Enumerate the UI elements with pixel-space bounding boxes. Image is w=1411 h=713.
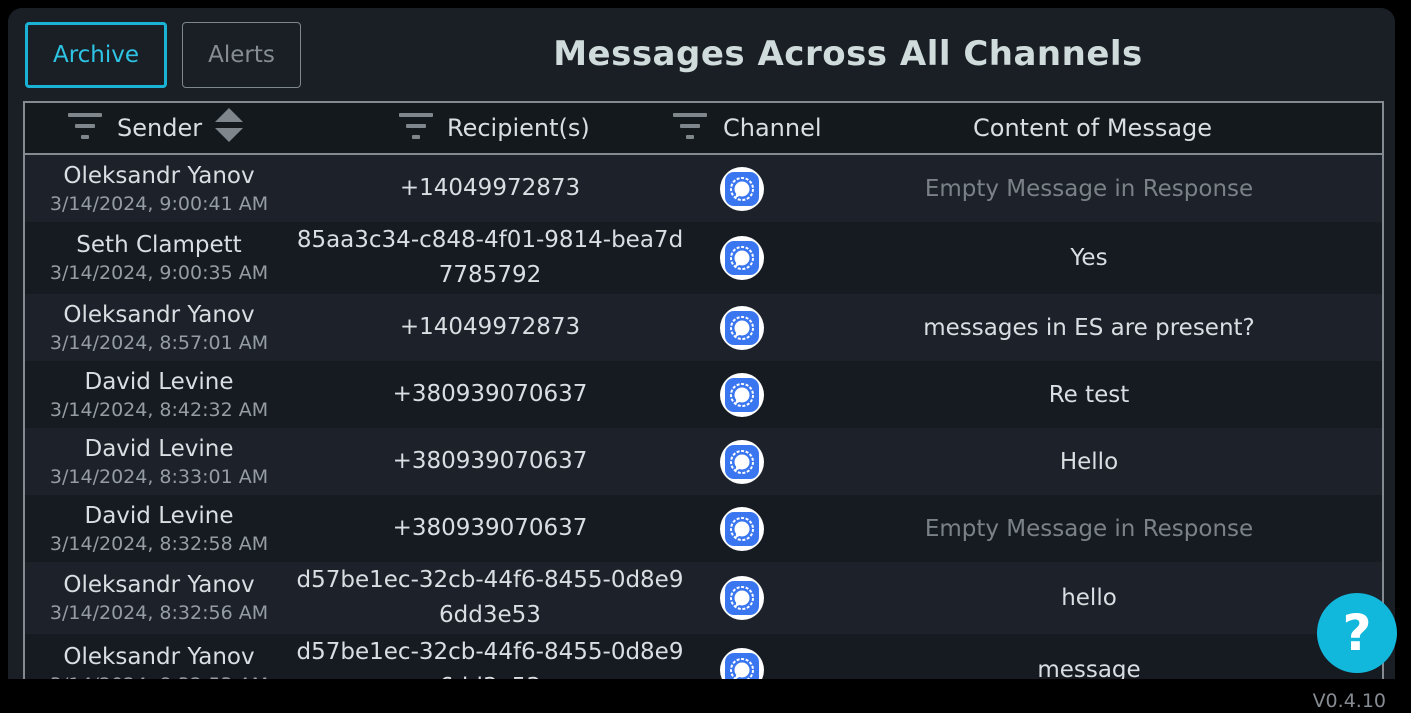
table-row[interactable]: David Levine 3/14/2024, 8:42:32 AM +380939… bbox=[25, 361, 1382, 428]
channel-column-header[interactable]: Channel bbox=[723, 114, 822, 142]
sender-cell: David Levine 3/14/2024, 8:33:01 AM bbox=[25, 434, 293, 490]
message-content: Empty Message in Response bbox=[924, 515, 1254, 542]
sender-name: David Levine bbox=[84, 368, 234, 395]
page-title: Messages Across All Channels bbox=[553, 34, 1143, 74]
help-button[interactable]: ? bbox=[1317, 593, 1397, 673]
channel-badge bbox=[720, 439, 764, 484]
alerts-tab-button[interactable]: Alerts bbox=[182, 22, 301, 88]
message-timestamp: 3/14/2024, 9:00:35 AM bbox=[49, 262, 269, 284]
sender-cell: Oleksandr Yanov 3/14/2024, 8:32:56 AM bbox=[25, 570, 293, 626]
sender-cell: David Levine 3/14/2024, 8:32:58 AM bbox=[25, 501, 293, 557]
sender-name: Oleksandr Yanov bbox=[63, 162, 255, 189]
table-row[interactable]: David Levine 3/14/2024, 8:33:01 AM +380939… bbox=[25, 428, 1382, 495]
sender-filter-icon[interactable] bbox=[68, 111, 102, 141]
main-panel: Archive Alerts Messages Across All Chann… bbox=[8, 8, 1395, 698]
message-content: messages in ES are present? bbox=[923, 314, 1255, 341]
recipient-cell: +380939070637 bbox=[293, 428, 687, 495]
recipient-value: +14049972873 bbox=[399, 175, 581, 201]
signal-icon bbox=[725, 444, 759, 479]
channel-filter-icon[interactable] bbox=[673, 111, 707, 141]
recipients-column-header[interactable]: Recipient(s) bbox=[447, 114, 590, 142]
content-column-header: Content of Message bbox=[973, 114, 1213, 142]
signal-icon bbox=[725, 511, 759, 546]
recipient-value: +14049972873 bbox=[399, 314, 581, 340]
footer-bar bbox=[0, 679, 1411, 713]
message-timestamp: 3/14/2024, 9:00:41 AM bbox=[49, 192, 269, 215]
recipient-value: +380939070637 bbox=[392, 448, 588, 474]
table-row[interactable]: Seth Clampett 3/14/2024, 9:00:35 AM 85aa3c… bbox=[25, 222, 1382, 294]
sender-name: Seth Clampett bbox=[76, 232, 242, 258]
message-timestamp: 3/14/2024, 8:42:32 AM bbox=[49, 398, 269, 421]
message-content: Empty Message in Response bbox=[924, 175, 1254, 202]
message-timestamp: 3/14/2024, 8:33:01 AM bbox=[49, 465, 269, 488]
table-row[interactable]: Oleksandr Yanov 3/14/2024, 9:00:41 AM +140… bbox=[25, 155, 1382, 222]
sort-icon[interactable] bbox=[215, 108, 243, 144]
message-timestamp: 3/14/2024, 8:32:58 AM bbox=[49, 532, 269, 555]
message-timestamp: 3/14/2024, 8:32:56 AM bbox=[49, 602, 269, 624]
archive-tab-button[interactable]: Archive bbox=[25, 22, 167, 88]
signal-icon bbox=[725, 581, 759, 615]
sender-column-header[interactable]: Sender bbox=[117, 114, 202, 142]
recipient-cell: +14049972873 bbox=[293, 294, 687, 361]
recipient-value: 85aa3c34-c848-4f01-9814-bea7d7785792 bbox=[296, 227, 684, 288]
table-row[interactable]: David Levine 3/14/2024, 8:32:58 AM +380939… bbox=[25, 495, 1382, 562]
recipient-value: +380939070637 bbox=[392, 515, 588, 541]
message-content: Re test bbox=[1048, 381, 1130, 408]
recipient-cell: d57be1ec-32cb-44f6-8455-0d8e96dd3e53 bbox=[293, 562, 687, 634]
sender-cell: Oleksandr Yanov 3/14/2024, 9:00:41 AM bbox=[25, 161, 293, 217]
message-content: Hello bbox=[1059, 448, 1119, 475]
sender-name: David Levine bbox=[84, 435, 234, 462]
sender-cell: Oleksandr Yanov 3/14/2024, 8:57:01 AM bbox=[25, 300, 293, 356]
recipient-value: d57be1ec-32cb-44f6-8455-0d8e96dd3e53 bbox=[296, 567, 684, 628]
recipient-value: +380939070637 bbox=[392, 381, 588, 407]
version-label: V0.4.10 bbox=[1312, 690, 1386, 712]
table-row[interactable]: Oleksandr Yanov 3/14/2024, 8:57:01 AM +140… bbox=[25, 294, 1382, 361]
message-content: hello bbox=[1061, 585, 1117, 611]
table-header: Sender Recipient(s) Channel Content of M… bbox=[25, 103, 1382, 155]
recipient-cell: +380939070637 bbox=[293, 361, 687, 428]
signal-icon bbox=[725, 310, 759, 345]
table-row[interactable]: Oleksandr Yanov 3/14/2024, 8:32:56 AM d57b… bbox=[25, 562, 1382, 634]
message-content: Yes bbox=[1070, 245, 1108, 271]
recipient-cell: +380939070637 bbox=[293, 495, 687, 562]
channel-badge bbox=[720, 166, 764, 211]
sender-cell: David Levine 3/14/2024, 8:42:32 AM bbox=[25, 367, 293, 423]
recipient-cell: 85aa3c34-c848-4f01-9814-bea7d7785792 bbox=[293, 222, 687, 294]
channel-badge bbox=[720, 506, 764, 551]
channel-badge bbox=[720, 305, 764, 350]
channel-badge bbox=[720, 576, 764, 620]
sender-name: Oleksandr Yanov bbox=[63, 572, 255, 598]
recipient-cell: +14049972873 bbox=[293, 155, 687, 222]
recipients-filter-icon[interactable] bbox=[399, 111, 433, 141]
sender-cell: Seth Clampett 3/14/2024, 9:00:35 AM bbox=[25, 230, 293, 286]
messages-table: Sender Recipient(s) Channel Content of M… bbox=[23, 101, 1384, 698]
sender-name: Oleksandr Yanov bbox=[63, 644, 255, 670]
signal-icon bbox=[725, 171, 759, 206]
sender-name: Oleksandr Yanov bbox=[63, 301, 255, 328]
message-timestamp: 3/14/2024, 8:57:01 AM bbox=[49, 331, 269, 354]
channel-badge bbox=[720, 236, 764, 280]
signal-icon bbox=[725, 377, 759, 412]
channel-badge bbox=[720, 372, 764, 417]
sender-name: David Levine bbox=[84, 502, 234, 529]
signal-icon bbox=[725, 241, 759, 275]
